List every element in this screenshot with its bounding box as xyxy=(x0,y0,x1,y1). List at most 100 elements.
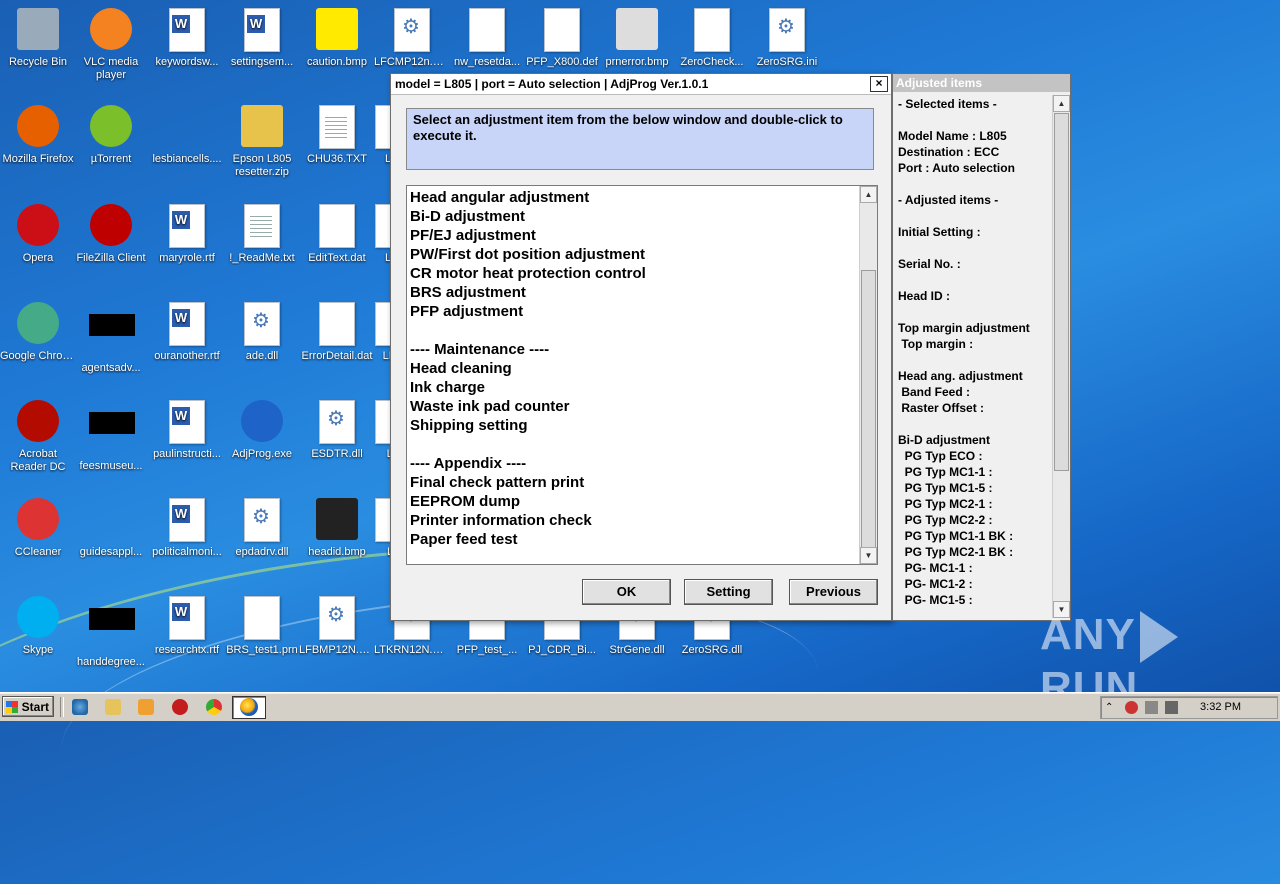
chrome-icon[interactable] xyxy=(206,699,222,715)
desktop-icon[interactable]: Recycle Bin xyxy=(0,8,76,69)
desktop-icon[interactable]: µTorrent xyxy=(73,105,149,166)
desktop-icon[interactable]: ouranother.rtf xyxy=(149,302,225,363)
list-item[interactable]: Ink charge xyxy=(410,378,646,397)
folder-icon[interactable] xyxy=(105,699,121,715)
volume-icon[interactable] xyxy=(1165,701,1178,714)
list-scrollbar[interactable]: ▲ ▼ xyxy=(859,186,877,564)
ie-icon[interactable] xyxy=(72,699,88,715)
scroll-down-icon[interactable]: ▼ xyxy=(860,547,877,564)
desktop-icon[interactable]: guidesappl... xyxy=(73,498,149,559)
black-thumb-icon xyxy=(89,412,135,456)
desktop-icon[interactable]: handdegree... xyxy=(73,596,149,669)
desktop-icon[interactable]: politicalmoni... xyxy=(149,498,225,559)
desktop-icon[interactable]: researchtx.rtf xyxy=(149,596,225,657)
list-item[interactable]: Bi-D adjustment xyxy=(410,207,646,226)
list-item[interactable]: PF/EJ adjustment xyxy=(410,226,646,245)
desktop-icon[interactable]: maryrole.rtf xyxy=(149,204,225,265)
desktop-icon[interactable]: ZeroSRG.ini xyxy=(749,8,825,69)
desktop-icon[interactable]: LFCMP12n.DLL xyxy=(374,8,450,69)
desktop-icon[interactable]: lesbiancells.... xyxy=(149,105,225,166)
desktop-icon[interactable]: settingsem... xyxy=(224,8,300,69)
desktop-icon[interactable]: !_ReadMe.txt xyxy=(224,204,300,265)
opera-icon[interactable] xyxy=(172,699,188,715)
desktop-icon[interactable]: epdadrv.dll xyxy=(224,498,300,559)
media-player-icon[interactable] xyxy=(138,699,154,715)
desktop-icon[interactable]: feesmuseu... xyxy=(73,400,149,473)
list-item[interactable]: PW/First dot position adjustment xyxy=(410,245,646,264)
desktop-icon-label: Google Chrome xyxy=(0,350,76,362)
list-item[interactable]: Shipping setting xyxy=(410,416,646,435)
ok-button[interactable]: OK xyxy=(582,579,671,605)
close-button[interactable]: × xyxy=(870,76,888,92)
utorrent-icon xyxy=(89,105,133,149)
desktop-icon[interactable]: Opera xyxy=(0,204,76,265)
list-item[interactable]: Final check pattern print xyxy=(410,473,646,492)
list-item[interactable]: PFP adjustment xyxy=(410,302,646,321)
previous-button[interactable]: Previous xyxy=(789,579,878,605)
desktop-icon[interactable]: ZeroCheck... xyxy=(674,8,750,69)
list-item[interactable]: BRS adjustment xyxy=(410,283,646,302)
list-item[interactable]: Paper feed test xyxy=(410,530,646,549)
desktop-icon-label: paulinstructi... xyxy=(153,448,221,460)
adjustment-list-items: Head angular adjustment Bi-D adjustment PF… xyxy=(410,188,646,549)
desktop-icon[interactable]: keywordsw... xyxy=(149,8,225,69)
desktop-icon[interactable]: VLC media player xyxy=(73,8,149,82)
desktop-icon[interactable]: Google Chrome xyxy=(0,302,76,363)
setting-button[interactable]: Setting xyxy=(684,579,773,605)
desktop-icon-label: µTorrent xyxy=(90,153,132,165)
black-thumb-icon xyxy=(89,608,135,652)
list-item[interactable]: CR motor heat protection control xyxy=(410,264,646,283)
list-item[interactable]: Head cleaning xyxy=(410,359,646,378)
scroll-thumb[interactable] xyxy=(1054,113,1069,471)
adjusted-items-title: Adjusted items xyxy=(893,74,1070,92)
desktop-icon[interactable]: Mozilla Firefox xyxy=(0,105,76,166)
desktop-icon-label: Mozilla Firefox xyxy=(2,153,74,165)
panel-scrollbar[interactable]: ▲ ▼ xyxy=(1052,95,1070,618)
filezilla-icon xyxy=(89,204,133,248)
recycle-bin-icon xyxy=(16,8,60,52)
list-item[interactable]: Waste ink pad counter xyxy=(410,397,646,416)
scroll-thumb[interactable] xyxy=(861,270,876,552)
desktop-icon-label: settingsem... xyxy=(230,56,294,68)
desktop-icon-label: nw_resetda... xyxy=(453,56,521,68)
desktop-icon[interactable]: BRS_test1.prn xyxy=(224,596,300,657)
list-item[interactable]: Printer information check xyxy=(410,511,646,530)
scroll-up-icon[interactable]: ▲ xyxy=(1053,95,1070,112)
desktop-icon[interactable]: Epson L805 resetter.zip xyxy=(224,105,300,179)
clock[interactable]: 3:32 PM xyxy=(1200,697,1241,718)
desktop-icon[interactable]: nw_resetda... xyxy=(449,8,525,69)
network-icon[interactable] xyxy=(1145,701,1158,714)
adjustment-list[interactable]: Head angular adjustment Bi-D adjustment PF… xyxy=(406,185,878,565)
adjusted-line xyxy=(898,416,1050,432)
adjusted-line xyxy=(898,176,1050,192)
adjprog-titlebar[interactable]: model = L805 | port = Auto selection | A… xyxy=(391,74,891,95)
list-item[interactable]: EEPROM dump xyxy=(410,492,646,511)
list-item[interactable]: Head angular adjustment xyxy=(410,188,646,207)
scroll-up-icon[interactable]: ▲ xyxy=(860,186,877,203)
desktop-icon[interactable]: Skype xyxy=(0,596,76,657)
desktop-icon[interactable]: agentsadv... xyxy=(73,302,149,375)
desktop-icon[interactable]: Acrobat Reader DC xyxy=(0,400,76,474)
desktop-icon[interactable]: PFP_X800.def xyxy=(524,8,600,69)
desktop-icon[interactable]: prnerror.bmp xyxy=(599,8,675,69)
adjusted-items-panel: Adjusted items - Selected items - Model N… xyxy=(892,73,1071,621)
desktop-icon[interactable]: CCleaner xyxy=(0,498,76,559)
desktop-icon[interactable]: AdjProg.exe xyxy=(224,400,300,461)
start-button[interactable]: Start xyxy=(2,696,54,717)
chevron-up-icon[interactable]: ⌃ xyxy=(1105,701,1118,714)
desktop-icon-label: maryrole.rtf xyxy=(159,252,215,264)
desktop-icon[interactable]: paulinstructi... xyxy=(149,400,225,461)
desktop-icon[interactable]: FileZilla Client xyxy=(73,204,149,265)
desktop-icon[interactable]: LFBMP12N.DLL xyxy=(299,596,375,657)
caution-icon xyxy=(315,8,359,52)
security-alert-icon[interactable] xyxy=(1125,701,1138,714)
adjprog-icon xyxy=(240,400,284,444)
desktop-icon[interactable]: caution.bmp xyxy=(299,8,375,69)
file-icon xyxy=(690,8,734,52)
taskbar-adjprog-button[interactable] xyxy=(232,696,266,719)
desktop-icon-label: ouranother.rtf xyxy=(154,350,220,362)
text-file-icon xyxy=(240,204,284,248)
desktop-icon-label: LTKRN12N.DLL xyxy=(374,644,450,656)
desktop-icon[interactable]: ade.dll xyxy=(224,302,300,363)
